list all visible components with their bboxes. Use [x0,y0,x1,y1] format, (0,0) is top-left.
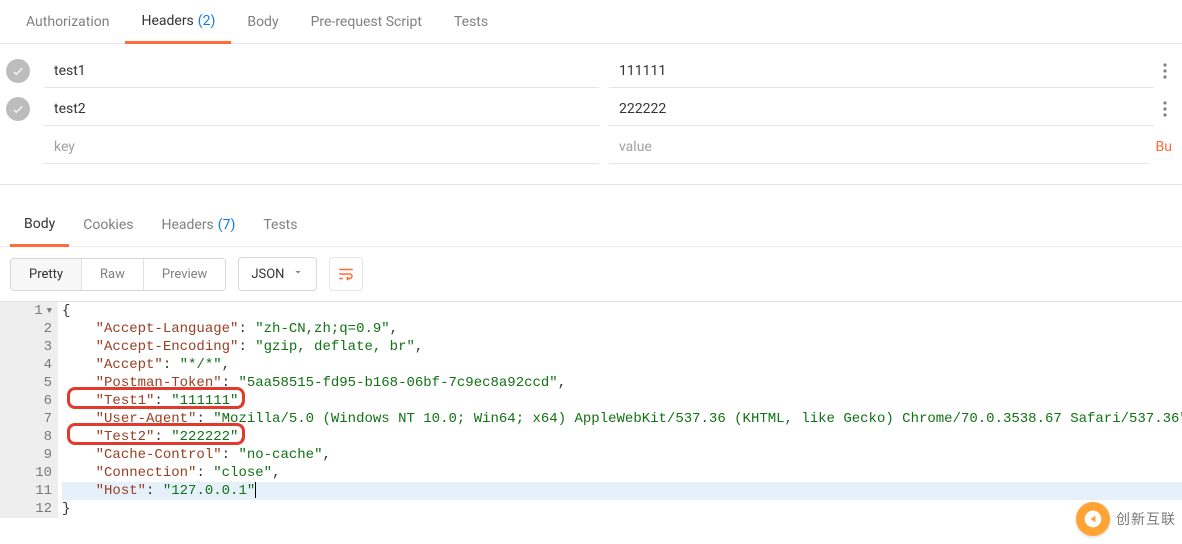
watermark-text: 创新互联 [1116,509,1176,529]
response-toolbar: Pretty Raw Preview JSON [0,247,1182,301]
header-value-input[interactable]: 111111 [609,55,1154,88]
code-line: "Accept-Language": "zh-CN,zh;q=0.9", [62,320,1182,338]
check-icon [11,64,25,78]
resp-tab-cookies[interactable]: Cookies [69,203,147,246]
gutter-line: 9 [4,446,54,464]
tab-label: Body [247,14,278,30]
gutter-line: 8 [4,428,54,446]
code-line: "Cache-Control": "no-cache", [62,446,1182,464]
header-value-input[interactable]: value [609,131,1148,164]
code-line: "Postman-Token": "5aa58515-fd95-b168-06b… [62,374,1182,392]
resp-tab-body[interactable]: Body [10,203,69,247]
format-select-value: JSON [251,267,284,282]
view-raw-button[interactable]: Raw [81,259,143,290]
watermark: 创新互联 [1076,502,1176,536]
gutter-line: 1▼ [4,302,54,320]
tab-label: Cookies [83,217,133,233]
tab-authorization[interactable]: Authorization [10,0,125,43]
bulk-edit-link[interactable]: Bu [1156,139,1176,155]
gutter-line: 7 [4,410,54,428]
tab-body[interactable]: Body [231,0,294,43]
tab-label: Body [24,216,55,232]
tab-label: Tests [263,217,297,233]
tab-count: (2) [198,13,216,29]
tab-tests[interactable]: Tests [438,0,504,43]
view-mode-group: Pretty Raw Preview [10,258,226,291]
format-select[interactable]: JSON [238,257,317,291]
wrap-lines-button[interactable] [329,257,363,291]
gutter-line: 10 [4,464,54,482]
header-key-input[interactable]: test2 [44,93,599,126]
code-line: "Accept": "*/*", [62,356,1182,374]
tab-label: Tests [454,14,488,30]
header-key-input[interactable]: test1 [44,55,599,88]
tab-headers[interactable]: Headers (2) [125,0,231,44]
gutter-line: 12 [4,500,54,518]
code-line: "Host": "127.0.0.1" [62,482,1182,500]
view-preview-button[interactable]: Preview [143,259,225,290]
gutter-line: 11 [4,482,54,500]
tab-label: Headers [161,217,213,233]
response-body-viewer: 1▼23456789101112 { "Accept-Language": "z… [0,301,1182,518]
header-row: test1 111111 [0,52,1182,90]
header-key-input[interactable]: key [44,131,599,164]
code-gutter: 1▼23456789101112 [0,302,58,518]
tab-count: (7) [218,217,236,233]
gutter-line: 2 [4,320,54,338]
headers-table: test1 111111 test2 222222 key value Bu [0,44,1182,185]
view-pretty-button[interactable]: Pretty [11,259,81,290]
chevron-down-icon [292,266,304,282]
response-tabs: Body Cookies Headers (7) Tests [0,203,1182,247]
gutter-line: 6 [4,392,54,410]
gutter-line: 4 [4,356,54,374]
resp-tab-tests[interactable]: Tests [249,203,311,246]
request-tabs: Authorization Headers (2) Body Pre-reque… [0,0,1182,44]
row-enable-toggle[interactable] [6,97,30,121]
row-menu-icon[interactable] [1154,101,1176,117]
wrap-icon [336,265,356,283]
code-line: "Accept-Encoding": "gzip, deflate, br", [62,338,1182,356]
row-menu-icon[interactable] [1154,63,1176,79]
tab-pre-request-script[interactable]: Pre-request Script [295,0,438,43]
tab-label: Authorization [26,14,109,30]
header-new-row: key value Bu [0,128,1182,166]
header-value-input[interactable]: 222222 [609,93,1154,126]
watermark-badge-icon [1076,502,1110,536]
code-content[interactable]: { "Accept-Language": "zh-CN,zh;q=0.9", "… [58,302,1182,518]
code-line: "User-Agent": "Mozilla/5.0 (Windows NT 1… [62,410,1182,428]
code-line: "Connection": "close", [62,464,1182,482]
code-line: { [62,302,1182,320]
gutter-line: 3 [4,338,54,356]
code-line: "Test1": "111111", [62,392,1182,410]
row-enable-toggle[interactable] [6,59,30,83]
header-row: test2 222222 [0,90,1182,128]
code-line: "Test2": "222222", [62,428,1182,446]
resp-tab-headers[interactable]: Headers (7) [147,203,249,246]
tab-label: Pre-request Script [311,14,422,30]
fold-toggle-icon[interactable]: ▼ [47,302,52,320]
check-icon [11,102,25,116]
gutter-line: 5 [4,374,54,392]
code-line: } [62,500,1182,518]
tab-label: Headers [141,13,193,29]
